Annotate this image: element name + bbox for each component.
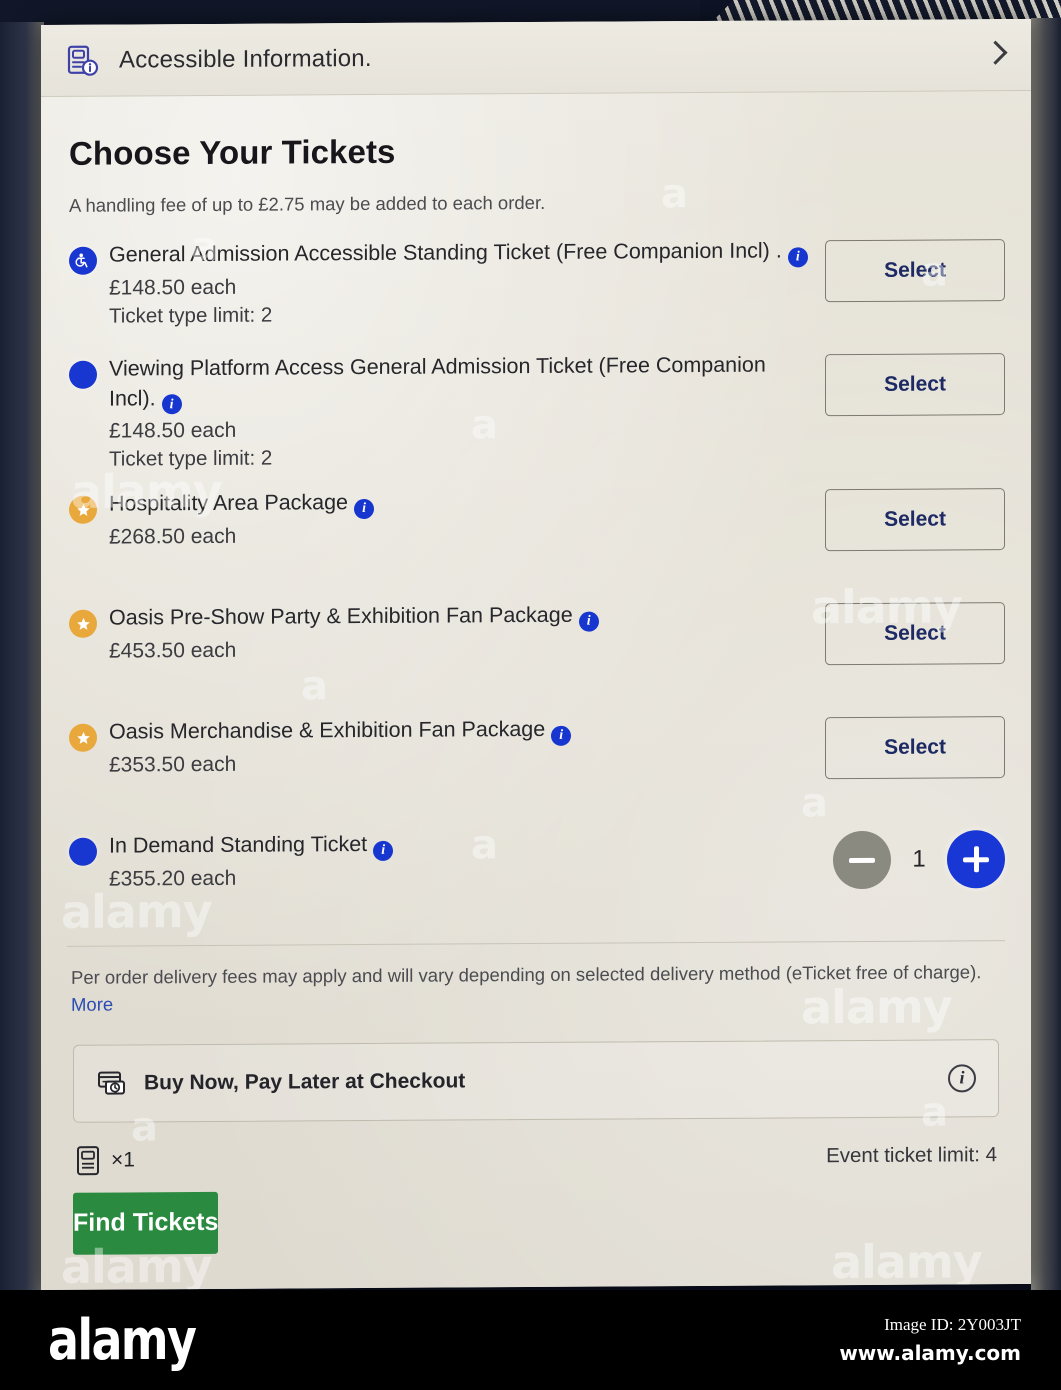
ticket-row[interactable]: Hospitality Area Package i £268.50 each S… xyxy=(67,484,1005,586)
chevron-right-icon[interactable] xyxy=(985,39,1005,71)
event-ticket-limit: Event ticket limit: 4 xyxy=(826,1143,997,1168)
find-tickets-button[interactable]: Find Tickets xyxy=(73,1191,219,1255)
decrease-quantity-button[interactable] xyxy=(833,831,891,890)
quantity-stepper[interactable]: 1 xyxy=(795,828,1005,891)
select-button[interactable]: Select xyxy=(825,716,1005,780)
info-icon[interactable]: i xyxy=(787,246,808,268)
ticket-price: £148.50 each xyxy=(109,275,237,300)
ticket-name-text: In Demand Standing Ticket xyxy=(109,832,368,858)
ticket-name: In Demand Standing Ticket i xyxy=(109,828,781,863)
ticket-row[interactable]: General Admission Accessible Standing Ti… xyxy=(67,235,1005,337)
standard-badge-icon xyxy=(69,837,97,867)
device-left-edge xyxy=(0,22,44,1322)
ticket-price: £355.20 each xyxy=(109,866,237,891)
minus-icon xyxy=(849,857,875,863)
selected-ticket-count: ×1 xyxy=(111,1148,135,1172)
ticket-selection-panel: Accessible Information. Choose Your Tick… xyxy=(41,18,1031,1290)
summary-count-group: ×1 xyxy=(75,1144,135,1176)
ticket-name-text: Viewing Platform Access General Admissio… xyxy=(109,352,766,411)
quantity-value: 1 xyxy=(912,845,926,873)
ticket-row[interactable]: Oasis Pre-Show Party & Exhibition Fan Pa… xyxy=(67,598,1005,700)
delivery-fees-note: Per order delivery fees may apply and wi… xyxy=(71,959,1001,1018)
star-badge-icon xyxy=(69,609,97,639)
accessible-badge-icon xyxy=(69,246,97,275)
ticket-price: £148.50 each xyxy=(109,419,237,443)
alamy-metadata: Image ID: 2Y003JT www.alamy.com xyxy=(839,1315,1021,1365)
ticket-name-text: Hospitality Area Package xyxy=(109,490,349,516)
select-button[interactable]: Select xyxy=(825,239,1005,303)
ticket-type-limit: Ticket type limit: 2 xyxy=(109,303,273,328)
ticket-price: £353.50 each xyxy=(109,752,237,777)
ticket-name: Oasis Merchandise & Exhibition Fan Packa… xyxy=(109,714,811,749)
ticket-options-list: General Admission Accessible Standing Ti… xyxy=(67,235,1005,928)
ticket-row[interactable]: Viewing Platform Access General Admissio… xyxy=(67,349,1005,472)
screenshot-root: Accessible Information. Choose Your Tick… xyxy=(0,0,1061,1390)
ticket-row[interactable]: Oasis Merchandise & Exhibition Fan Packa… xyxy=(67,712,1005,814)
delivery-fees-text: Per order delivery fees may apply and wi… xyxy=(71,961,982,989)
ticket-type-limit: Ticket type limit: 2 xyxy=(109,446,273,471)
ticket-price: £268.50 each xyxy=(109,524,237,549)
ticket-name-text: General Admission Accessible Standing Ti… xyxy=(109,238,782,267)
device-right-edge xyxy=(1031,18,1061,1318)
info-circle-icon[interactable]: i xyxy=(948,1064,976,1093)
accessible-information-label: Accessible Information. xyxy=(119,44,372,74)
increase-quantity-button[interactable] xyxy=(947,830,1005,889)
select-button[interactable]: Select xyxy=(825,602,1005,666)
ticket-row[interactable]: In Demand Standing Ticket i £355.20 each … xyxy=(67,826,1005,928)
page-title: Choose Your Tickets xyxy=(69,132,396,172)
ticket-name: Oasis Pre-Show Party & Exhibition Fan Pa… xyxy=(109,600,811,635)
ticket-icon xyxy=(75,1145,101,1177)
alamy-logo: alamy xyxy=(48,1307,197,1373)
info-icon[interactable]: i xyxy=(161,394,182,415)
alamy-footer-bar: alamy Image ID: 2Y003JT www.alamy.com xyxy=(0,1290,1061,1390)
info-icon[interactable]: i xyxy=(578,611,599,632)
plus-icon xyxy=(963,846,989,873)
ticket-name: Viewing Platform Access General Admissio… xyxy=(109,350,811,415)
select-button[interactable]: Select xyxy=(825,488,1005,552)
accessible-information-bar[interactable]: Accessible Information. xyxy=(41,18,1031,97)
info-icon[interactable]: i xyxy=(373,840,394,861)
star-badge-icon xyxy=(69,495,97,525)
more-link[interactable]: More xyxy=(71,994,113,1015)
buy-now-pay-later-icon xyxy=(96,1067,128,1099)
accessible-information-icon xyxy=(65,43,99,77)
order-summary-bar: ×1 Event ticket limit: 4 xyxy=(75,1133,997,1183)
buy-now-pay-later-label: Buy Now, Pay Later at Checkout xyxy=(144,1069,466,1095)
ticket-name-text: Oasis Merchandise & Exhibition Fan Packa… xyxy=(109,717,546,744)
ticket-name: Hospitality Area Package i xyxy=(109,486,811,521)
section-divider xyxy=(67,940,1005,948)
star-badge-icon xyxy=(69,723,97,753)
alamy-url-label: www.alamy.com xyxy=(839,1341,1021,1365)
select-button[interactable]: Select xyxy=(825,353,1005,417)
ticket-name: General Admission Accessible Standing Ti… xyxy=(109,236,811,271)
image-id-label: Image ID: 2Y003JT xyxy=(884,1315,1021,1334)
ticket-name-text: Oasis Pre-Show Party & Exhibition Fan Pa… xyxy=(109,603,573,630)
ticket-price: £453.50 each xyxy=(109,638,237,663)
info-icon[interactable]: i xyxy=(551,725,572,746)
standard-badge-icon xyxy=(69,360,97,389)
info-icon[interactable]: i xyxy=(354,498,375,520)
buy-now-pay-later-card[interactable]: Buy Now, Pay Later at Checkout i xyxy=(73,1039,999,1123)
handling-fee-note: A handling fee of up to £2.75 may be add… xyxy=(69,191,546,216)
